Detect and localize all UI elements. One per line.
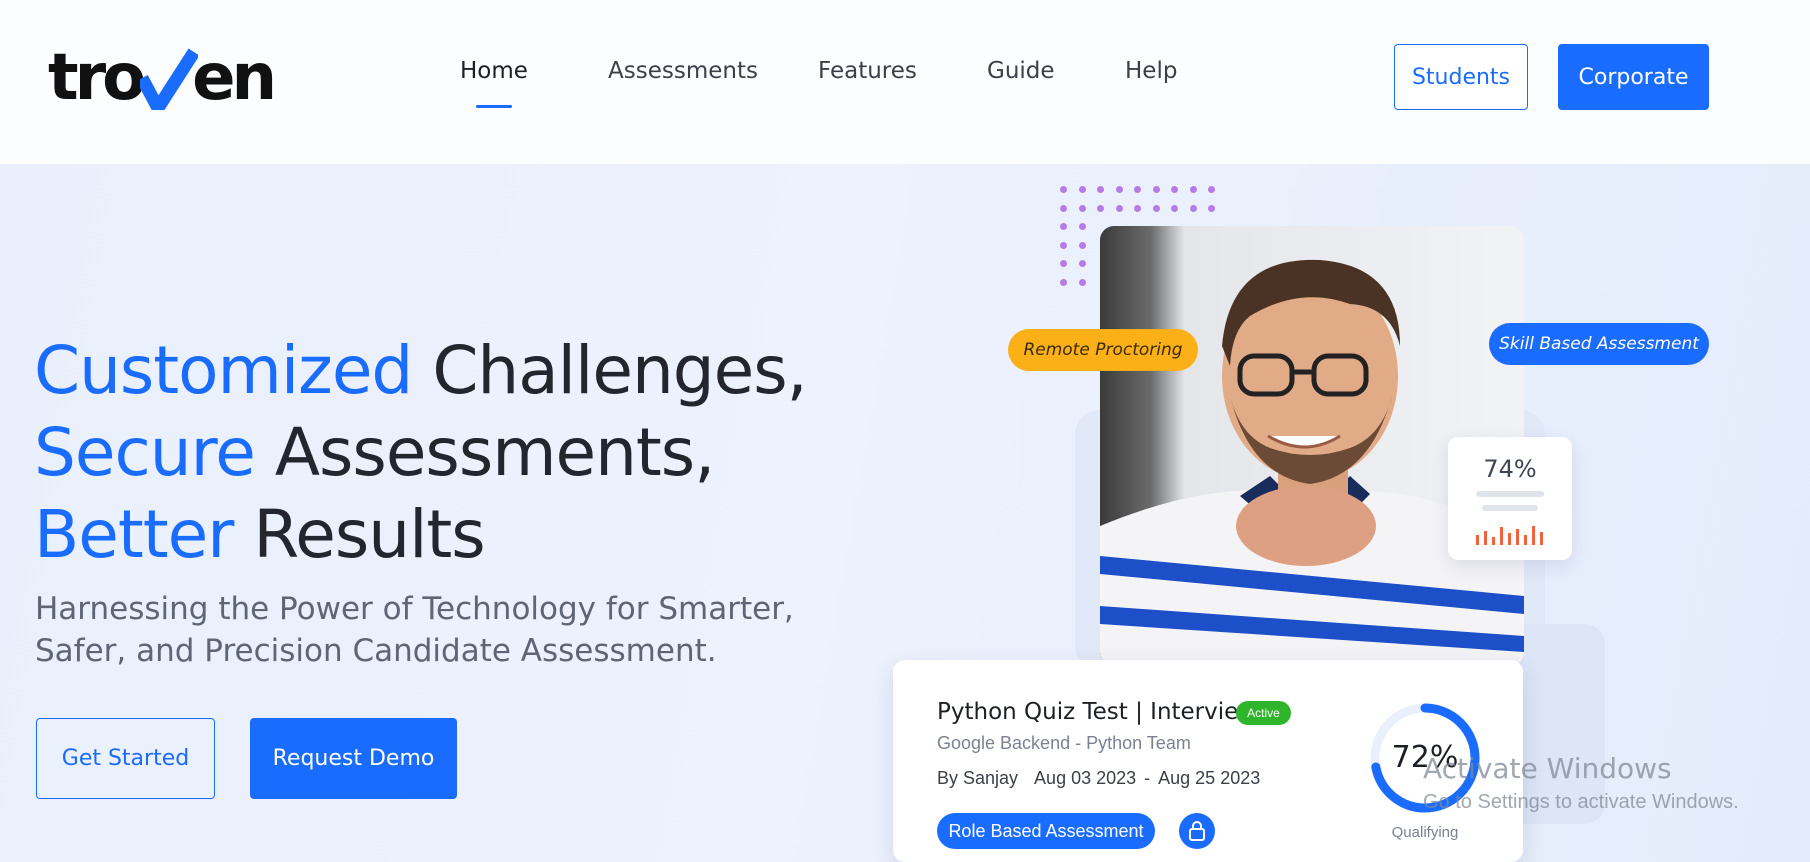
decorative-dot xyxy=(1078,204,1086,212)
decorative-dot xyxy=(1078,241,1086,249)
get-started-button[interactable]: Get Started xyxy=(36,718,215,799)
score-caption: Qualifying xyxy=(1391,824,1459,841)
decorative-dot xyxy=(1060,241,1067,249)
headline-accent-3: Better xyxy=(34,496,234,573)
decorative-dot xyxy=(1060,204,1067,212)
decorative-dot xyxy=(1171,186,1178,193)
decorative-dot xyxy=(1078,260,1086,267)
decorative-dot xyxy=(1208,204,1215,212)
stat-placeholder-line xyxy=(1476,491,1544,497)
lock-icon[interactable] xyxy=(1179,813,1215,849)
logo-text-tro: tro xyxy=(48,41,146,115)
decorative-dot xyxy=(1189,204,1197,212)
logo-check-icon xyxy=(136,48,200,121)
logo-text-en: en xyxy=(192,41,277,115)
quiz-team: Google Backend - Python Team xyxy=(937,733,1191,753)
headline-text-2: Assessments, xyxy=(254,414,715,491)
quiz-meta: By Sanjay Aug 03 2023 - Aug 25 2023 xyxy=(937,768,1276,789)
decorative-dot xyxy=(1208,186,1215,193)
nav-guide[interactable]: Guide xyxy=(987,58,1055,84)
nav-features[interactable]: Features xyxy=(818,58,917,84)
decorative-dot xyxy=(1171,204,1178,212)
decorative-dot xyxy=(1060,260,1067,267)
decorative-dot xyxy=(1078,223,1086,230)
site-header: tro en Home Assessments Features Guide H… xyxy=(0,0,1810,164)
troven-logo[interactable]: tro en xyxy=(48,38,277,121)
nav-active-indicator xyxy=(476,105,512,108)
hero-subtext: Harnessing the Power of Technology for S… xyxy=(35,591,794,669)
stat-percent: 74% xyxy=(1483,455,1537,483)
request-demo-button[interactable]: Request Demo xyxy=(250,718,457,799)
role-based-assessment-tag[interactable]: Role Based Assessment xyxy=(937,813,1155,849)
score-value: 72% xyxy=(1391,740,1459,775)
remote-proctoring-tag: Remote Proctoring xyxy=(1008,329,1198,371)
decorative-dot xyxy=(1097,204,1104,212)
headline-text-3: Results xyxy=(233,496,485,573)
quiz-title: Python Quiz Test | Interview xyxy=(937,699,1258,725)
decorative-dot xyxy=(1078,278,1086,286)
quiz-end-date: Aug 25 2023 xyxy=(1158,768,1261,788)
decorative-dot xyxy=(1115,186,1123,193)
quiz-author: By Sanjay xyxy=(937,768,1019,788)
headline-accent-2: Secure xyxy=(34,414,256,491)
nav-assessments[interactable]: Assessments xyxy=(608,58,758,84)
quiz-date-separator: - xyxy=(1144,768,1151,788)
status-badge: Active xyxy=(1236,701,1291,725)
corporate-button[interactable]: Corporate xyxy=(1558,44,1709,110)
decorative-dot xyxy=(1060,186,1067,193)
decorative-dot xyxy=(1115,204,1123,212)
skill-based-assessment-tag: Skill Based Assessment xyxy=(1489,323,1709,365)
decorative-dot xyxy=(1097,186,1104,193)
decorative-dot xyxy=(1189,186,1197,193)
hero-headline: Customized Challenges, Secure Assessment… xyxy=(34,330,834,576)
decorative-dot xyxy=(1134,204,1141,212)
mini-bar-chart-icon xyxy=(1476,526,1543,545)
decorative-dot xyxy=(1152,204,1160,212)
headline-accent-1: Customized xyxy=(34,332,413,409)
stat-placeholder-line xyxy=(1482,505,1538,511)
nav-home[interactable]: Home xyxy=(460,58,528,108)
decorative-dot xyxy=(1078,186,1086,193)
decorative-dot xyxy=(1060,278,1067,286)
quiz-card[interactable]: Python Quiz Test | Interview Active Goog… xyxy=(893,660,1523,862)
students-button[interactable]: Students xyxy=(1394,44,1528,110)
quiz-start-date: Aug 03 2023 xyxy=(1034,768,1137,788)
decorative-dot xyxy=(1152,186,1160,193)
decorative-dot xyxy=(1060,223,1067,230)
decorative-dot xyxy=(1134,186,1141,193)
stat-card: 74% xyxy=(1448,437,1572,560)
nav-help[interactable]: Help xyxy=(1125,58,1177,84)
headline-text-1: Challenges, xyxy=(412,332,807,409)
